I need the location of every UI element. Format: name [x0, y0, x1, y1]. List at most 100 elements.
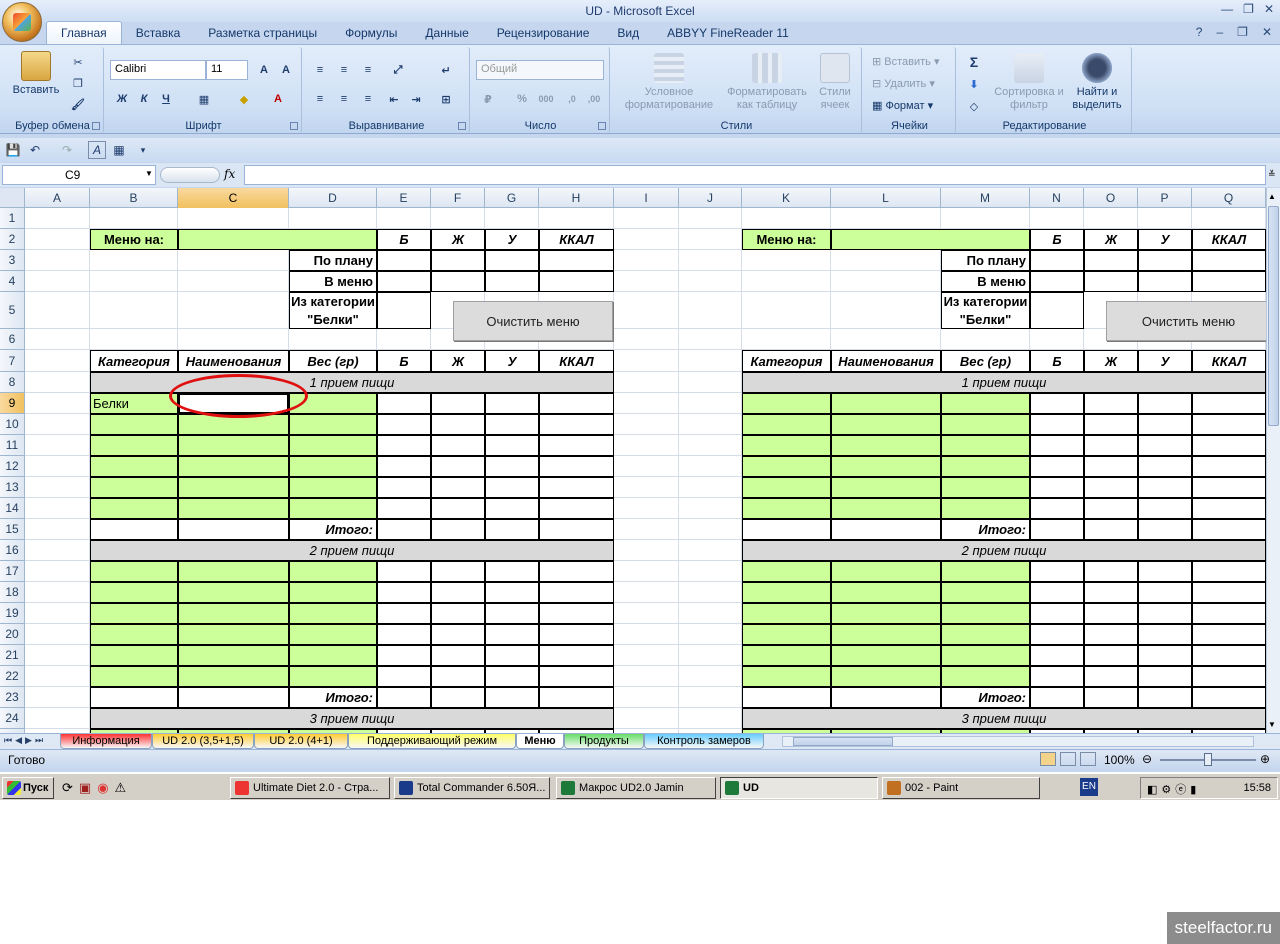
- ribbon-tab-1[interactable]: Главная: [46, 21, 122, 44]
- right-from-category-label[interactable]: Из категории "Белки": [941, 292, 1030, 329]
- right-total-empty[interactable]: [831, 687, 941, 708]
- left-header-u[interactable]: У: [485, 350, 539, 372]
- left-nutrient-cell[interactable]: [485, 666, 539, 687]
- row-header-13[interactable]: 13: [0, 477, 25, 498]
- row-header-14[interactable]: 14: [0, 498, 25, 519]
- left-total-cell[interactable]: [539, 519, 614, 540]
- right-nutrient-cell[interactable]: [1192, 456, 1266, 477]
- row-header-3[interactable]: 3: [0, 250, 25, 271]
- right-nutrient-cell[interactable]: [1138, 561, 1192, 582]
- restore-icon[interactable]: ❐: [1237, 25, 1248, 39]
- cell-styles-button[interactable]: Стили ячеек: [812, 53, 858, 112]
- left-nutrient-cell[interactable]: [485, 456, 539, 477]
- undo-icon[interactable]: ↶: [26, 141, 44, 159]
- left-food-cell[interactable]: [178, 456, 289, 477]
- right-nutrient-cell[interactable]: [1138, 498, 1192, 519]
- column-header-q[interactable]: Q: [1192, 188, 1266, 208]
- right-nutrient-cell[interactable]: [1138, 603, 1192, 624]
- column-header-m[interactable]: M: [941, 188, 1030, 208]
- left-total-empty[interactable]: [178, 519, 289, 540]
- sheet-tab-3[interactable]: UD 2.0 (4+1): [254, 734, 348, 749]
- right-food-cell[interactable]: [941, 645, 1030, 666]
- help-icon[interactable]: ?: [1196, 25, 1203, 39]
- paste-button[interactable]: Вставить: [12, 51, 60, 97]
- left-total-cell[interactable]: [485, 519, 539, 540]
- column-header-e[interactable]: E: [377, 188, 431, 208]
- right-food-cell[interactable]: [742, 393, 831, 414]
- row-header-9[interactable]: 9: [0, 393, 25, 414]
- left-total-label[interactable]: Итого:: [289, 519, 377, 540]
- left-food-cell[interactable]: [289, 645, 377, 666]
- row-header-8[interactable]: 8: [0, 372, 25, 393]
- left-nutrient-cell[interactable]: [377, 393, 431, 414]
- sheet-tab-5[interactable]: Меню: [516, 734, 564, 749]
- select-all-corner[interactable]: [0, 188, 25, 208]
- merge-cells-icon[interactable]: ⊞: [436, 90, 456, 108]
- right-nutrient-cell[interactable]: [1084, 624, 1138, 645]
- ribbon-tab-8[interactable]: ABBYY FineReader 11: [653, 22, 803, 44]
- column-header-l[interactable]: L: [831, 188, 941, 208]
- left-macro-header-b[interactable]: Б: [377, 229, 431, 250]
- right-food-cell[interactable]: [941, 603, 1030, 624]
- left-nutrient-cell[interactable]: [539, 645, 614, 666]
- left-nutrient-cell[interactable]: [377, 477, 431, 498]
- thousands-icon[interactable]: 000: [536, 90, 556, 108]
- right-meal1-header[interactable]: 1 прием пищи: [742, 372, 1266, 393]
- left-macro-header-zh[interactable]: Ж: [431, 229, 485, 250]
- row-header-20[interactable]: 20: [0, 624, 25, 645]
- horizontal-scrollbar[interactable]: [782, 736, 1254, 747]
- autosum-icon[interactable]: Σ: [964, 53, 984, 71]
- left-food-cell[interactable]: [90, 477, 178, 498]
- right-nutrient-cell[interactable]: [1138, 477, 1192, 498]
- right-nutrient-cell[interactable]: [1084, 456, 1138, 477]
- right-total-cell[interactable]: [1138, 687, 1192, 708]
- insert-cells-button[interactable]: ⊞ Вставить ▾: [872, 55, 940, 68]
- right-food-cell[interactable]: [742, 456, 831, 477]
- left-nutrient-cell[interactable]: [431, 498, 485, 519]
- decrease-indent-icon[interactable]: ⇤: [384, 90, 404, 108]
- row-header-19[interactable]: 19: [0, 603, 25, 624]
- left-macro-cell[interactable]: [539, 250, 614, 271]
- align-middle-icon[interactable]: ≡: [334, 61, 354, 79]
- left-nutrient-cell[interactable]: [431, 456, 485, 477]
- left-nutrient-cell[interactable]: [539, 435, 614, 456]
- right-nutrient-cell[interactable]: [1084, 477, 1138, 498]
- right-total-label[interactable]: Итого:: [941, 687, 1030, 708]
- taskbar-item-1[interactable]: Ultimate Diet 2.0 - Стра...: [230, 777, 390, 799]
- find-select-button[interactable]: Найти и выделить: [1064, 53, 1130, 112]
- right-food-cell[interactable]: [941, 666, 1030, 687]
- left-header-b[interactable]: Б: [377, 350, 431, 372]
- align-right-icon[interactable]: ≡: [358, 90, 378, 108]
- left-nutrient-cell[interactable]: [539, 393, 614, 414]
- left-header-name[interactable]: Наименования: [178, 350, 289, 372]
- left-nutrient-cell[interactable]: [377, 414, 431, 435]
- dialog-launcher-icon[interactable]: [458, 122, 466, 130]
- right-menu-label[interactable]: Меню на:: [742, 229, 831, 250]
- redo-icon[interactable]: ↷: [58, 141, 76, 159]
- clear-menu-button-left[interactable]: Очистить меню: [453, 301, 613, 341]
- row-header-12[interactable]: 12: [0, 456, 25, 477]
- font-color-icon[interactable]: A: [268, 90, 288, 108]
- left-nutrient-cell[interactable]: [485, 624, 539, 645]
- right-food-cell[interactable]: [742, 666, 831, 687]
- dialog-launcher-icon[interactable]: [290, 122, 298, 130]
- left-nutrient-cell[interactable]: [431, 414, 485, 435]
- row-header-17[interactable]: 17: [0, 561, 25, 582]
- left-food-cell[interactable]: Белки: [90, 393, 178, 414]
- right-nutrient-cell[interactable]: [1084, 603, 1138, 624]
- right-food-cell[interactable]: [742, 582, 831, 603]
- ribbon-tab-4[interactable]: Формулы: [331, 22, 411, 44]
- format-painter-icon[interactable]: 🖌: [68, 95, 88, 113]
- currency-icon[interactable]: ₽: [478, 90, 498, 108]
- left-meal2-header[interactable]: 2 прием пищи: [90, 540, 614, 561]
- conditional-format-button[interactable]: Условное форматирование: [614, 53, 724, 112]
- right-macro-cell[interactable]: [1138, 271, 1192, 292]
- left-meal3-header[interactable]: 3 прием пищи: [90, 708, 614, 729]
- right-nutrient-cell[interactable]: [1192, 645, 1266, 666]
- dialog-launcher-icon[interactable]: [92, 122, 100, 130]
- left-macro-cell[interactable]: [431, 271, 485, 292]
- save-icon[interactable]: 💾: [4, 141, 22, 159]
- left-nutrient-cell[interactable]: [377, 603, 431, 624]
- right-nutrient-cell[interactable]: [1192, 582, 1266, 603]
- right-food-cell[interactable]: [831, 624, 941, 645]
